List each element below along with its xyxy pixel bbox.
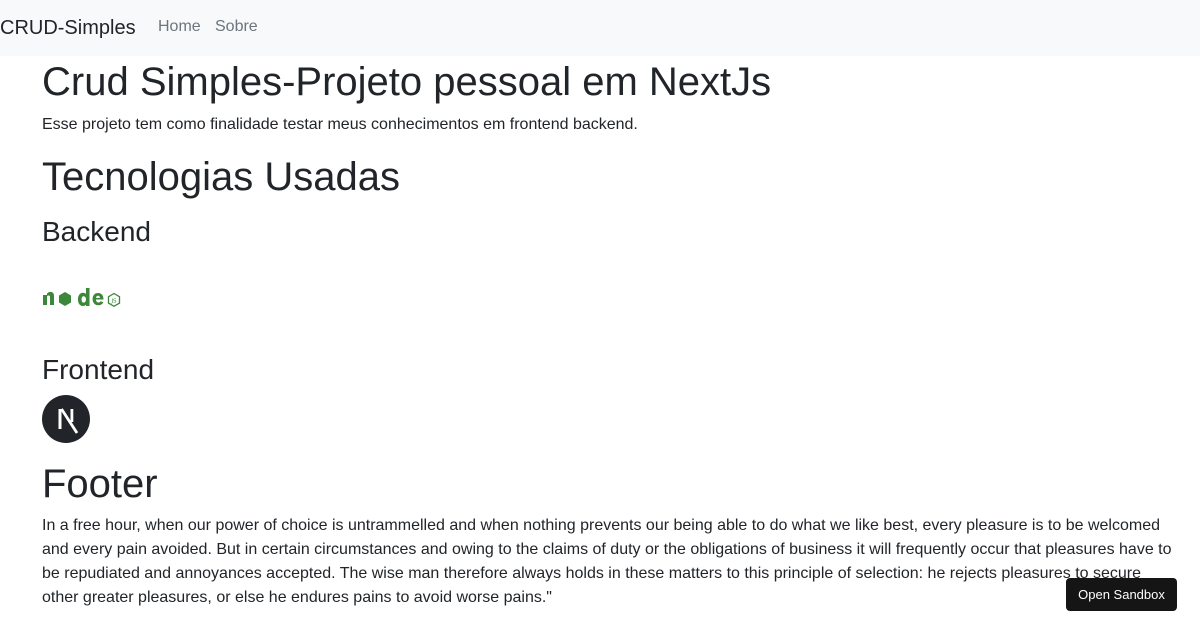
technologies-heading: Tecnologias Usadas xyxy=(42,155,400,199)
open-sandbox-button[interactable]: Open Sandbox xyxy=(1066,578,1177,611)
backend-heading: Backend xyxy=(42,216,151,247)
frontend-heading: Frontend xyxy=(42,354,155,385)
footer-text: In a free hour, when our power of choice… xyxy=(42,517,1172,606)
page-title: Crud Simples-Projeto pessoal em NextJs xyxy=(42,60,772,104)
intro-text: Esse projeto tem como finalidade testar … xyxy=(42,116,638,133)
brand-link[interactable]: CRUD-Simples xyxy=(0,15,136,41)
svg-text:JS: JS xyxy=(110,298,117,304)
nextjs-logo-icon xyxy=(42,395,90,443)
nav-link-home[interactable]: Home xyxy=(158,17,201,37)
nav-link-sobre[interactable]: Sobre xyxy=(215,17,258,37)
navbar: CRUD-Simples Home Sobre xyxy=(0,0,1200,56)
footer-heading: Footer xyxy=(42,462,158,506)
nodejs-logo-icon: JS xyxy=(43,288,121,308)
